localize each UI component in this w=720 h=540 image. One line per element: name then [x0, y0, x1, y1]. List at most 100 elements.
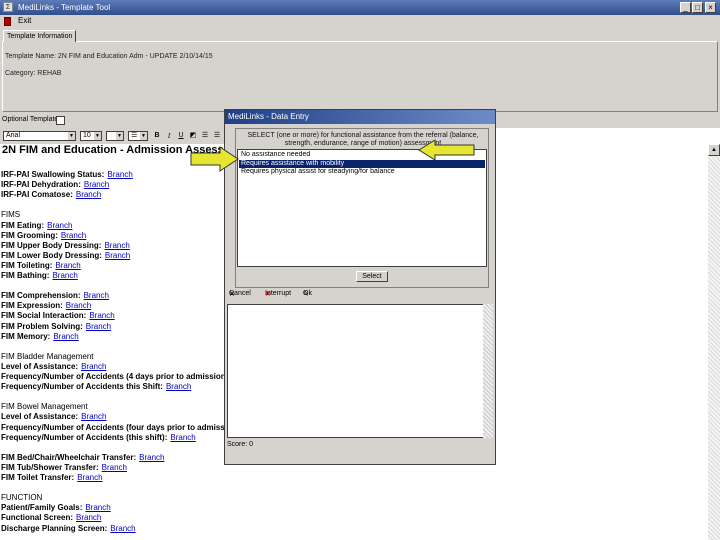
field-line: FIM Memory: Branch: [1, 332, 79, 342]
branch-link[interactable]: Branch: [139, 453, 164, 462]
underline-button[interactable]: U: [176, 131, 186, 141]
maximize-button[interactable]: □: [692, 2, 703, 13]
close-button[interactable]: ×: [705, 2, 716, 13]
list-icon: ☰: [131, 132, 138, 139]
field-label: FIM Memory:: [1, 331, 51, 341]
field-line: Patient/Family Goals: Branch: [1, 503, 111, 513]
chevron-down-icon: ▼: [140, 132, 147, 140]
field-label: IRF-PAI Comatose:: [1, 190, 73, 200]
field-line: FIM Lower Body Dressing: Branch: [1, 251, 130, 261]
style-select[interactable]: ▼: [106, 131, 124, 141]
dialog-status: Score: 0: [227, 441, 254, 448]
select-button[interactable]: Select: [356, 271, 388, 282]
branch-link[interactable]: Branch: [52, 271, 77, 280]
branch-link[interactable]: Branch: [76, 513, 101, 522]
size-select[interactable]: 10 ▼: [80, 131, 102, 141]
field-label: Patient/Family Goals:: [1, 503, 83, 513]
branch-link[interactable]: Branch: [85, 503, 110, 512]
branch-link[interactable]: Branch: [166, 382, 191, 391]
align-center-icon[interactable]: ☰: [212, 131, 222, 141]
template-document[interactable]: 2N FIM and Education - Admission Assessm…: [0, 144, 225, 540]
section-heading: FIMS: [1, 210, 21, 220]
app-icon: Σ: [3, 2, 13, 12]
size-value: 10: [83, 132, 91, 139]
chevron-down-icon: ▼: [116, 132, 123, 140]
branch-link[interactable]: Branch: [55, 261, 80, 270]
field-line: FIM Tub/Shower Transfer: Branch: [1, 463, 127, 473]
field-label: FIM Social Interaction:: [1, 311, 87, 321]
tab-template-information[interactable]: Template Information: [3, 30, 77, 42]
field-line: IRF-PAI Swallowing Status: Branch: [1, 170, 133, 180]
branch-link[interactable]: Branch: [77, 473, 102, 482]
branch-link[interactable]: Branch: [170, 433, 195, 442]
field-label: IRF-PAI Swallowing Status:: [1, 170, 105, 179]
field-label: IRF-PAI Dehydration:: [1, 180, 81, 190]
field-line: Frequency/Number of Accidents (four days…: [1, 423, 225, 433]
branch-link[interactable]: Branch: [104, 241, 129, 250]
menubar: Exit: [0, 15, 720, 28]
field-label: Frequency/Number of Accidents (four days…: [1, 422, 225, 432]
branch-link[interactable]: Branch: [76, 190, 101, 199]
menu-exit[interactable]: Exit: [18, 16, 31, 25]
field-line: Frequency/Number of Accidents (this shif…: [1, 433, 196, 443]
field-label: FIM Tub/Shower Transfer:: [1, 462, 99, 472]
dialog-title: MediLinks - Data Entry: [225, 110, 495, 124]
field-line: FIM Social Interaction: Branch: [1, 311, 115, 321]
italic-button[interactable]: I: [164, 131, 174, 141]
field-line: FIM Grooming: Branch: [1, 231, 86, 241]
branch-link[interactable]: Branch: [81, 412, 106, 421]
bold-button[interactable]: B: [152, 131, 162, 141]
option-item[interactable]: Requires physical assist for steadying/f…: [239, 168, 485, 176]
section-heading: FIM Bladder Management: [1, 351, 94, 361]
field-label: Level of Assistance:: [1, 361, 79, 371]
field-line: FIM Toileting: Branch: [1, 261, 81, 271]
field-line: Discharge Planning Screen: Branch: [1, 524, 136, 534]
section-heading: FIM Bowel Management: [1, 402, 88, 412]
field-label: FIM Eating:: [1, 220, 45, 230]
branch-link[interactable]: Branch: [89, 311, 114, 320]
font-select[interactable]: Arial ▼: [3, 131, 76, 141]
field-label: FIM Toilet Transfer:: [1, 473, 75, 482]
field-label: FIM Bathing:: [1, 271, 50, 280]
exit-icon[interactable]: [4, 17, 11, 26]
branch-link[interactable]: Branch: [102, 463, 127, 472]
branch-link[interactable]: Branch: [81, 362, 106, 371]
window-title: MediLinks - Template Tool: [18, 3, 111, 12]
branch-link[interactable]: Branch: [107, 170, 132, 179]
color-button[interactable]: ◩: [188, 131, 198, 141]
field-label: Frequency/Number of Accidents (4 days pr…: [1, 372, 225, 381]
field-label: FIM Grooming:: [1, 230, 58, 240]
field-label: Frequency/Number of Accidents this Shift…: [1, 382, 163, 392]
field-line: FIM Problem Solving: Branch: [1, 322, 111, 332]
field-line: Frequency/Number of Accidents this Shift…: [1, 382, 191, 392]
align-left-icon[interactable]: ☰: [200, 131, 210, 141]
document-scrollbar[interactable]: ▲: [708, 144, 720, 540]
section-heading: FUNCTION: [1, 493, 43, 503]
field-line: FIM Bed/Chair/Wheelchair Transfer: Branch: [1, 453, 165, 463]
template-info-area: Template Name: 2N FIM and Education Adm …: [0, 28, 720, 114]
field-line: Level of Assistance: Branch: [1, 362, 106, 372]
minimize-button[interactable]: _: [680, 2, 691, 13]
branch-link[interactable]: Branch: [53, 332, 78, 341]
field-label: FIM Bed/Chair/Wheelchair Transfer:: [1, 452, 137, 462]
dialog-text-area[interactable]: [227, 304, 493, 438]
list-select[interactable]: ☰ ▼: [128, 131, 148, 141]
branch-link[interactable]: Branch: [47, 221, 72, 230]
ok-label: Ok: [303, 290, 312, 297]
branch-link[interactable]: Branch: [84, 291, 109, 300]
branch-link[interactable]: Branch: [66, 301, 91, 310]
branch-link[interactable]: Branch: [61, 231, 86, 240]
field-line: Level of Assistance: Branch: [1, 412, 106, 422]
optional-template-checkbox[interactable]: [56, 116, 65, 125]
options-list[interactable]: No assistance needed Requires assistance …: [237, 149, 487, 267]
dialog-scrollbar[interactable]: [483, 304, 493, 438]
branch-link[interactable]: Branch: [86, 322, 111, 331]
scroll-up-icon[interactable]: ▲: [708, 144, 720, 156]
branch-link[interactable]: Branch: [105, 251, 130, 260]
branch-link[interactable]: Branch: [110, 524, 135, 533]
branch-link[interactable]: Branch: [84, 180, 109, 189]
field-line: FIM Eating: Branch: [1, 221, 72, 231]
field-label: FIM Problem Solving:: [1, 321, 83, 331]
field-line: Frequency/Number of Accidents (4 days pr…: [1, 372, 225, 382]
field-line: IRF-PAI Comatose: Branch: [1, 190, 101, 200]
